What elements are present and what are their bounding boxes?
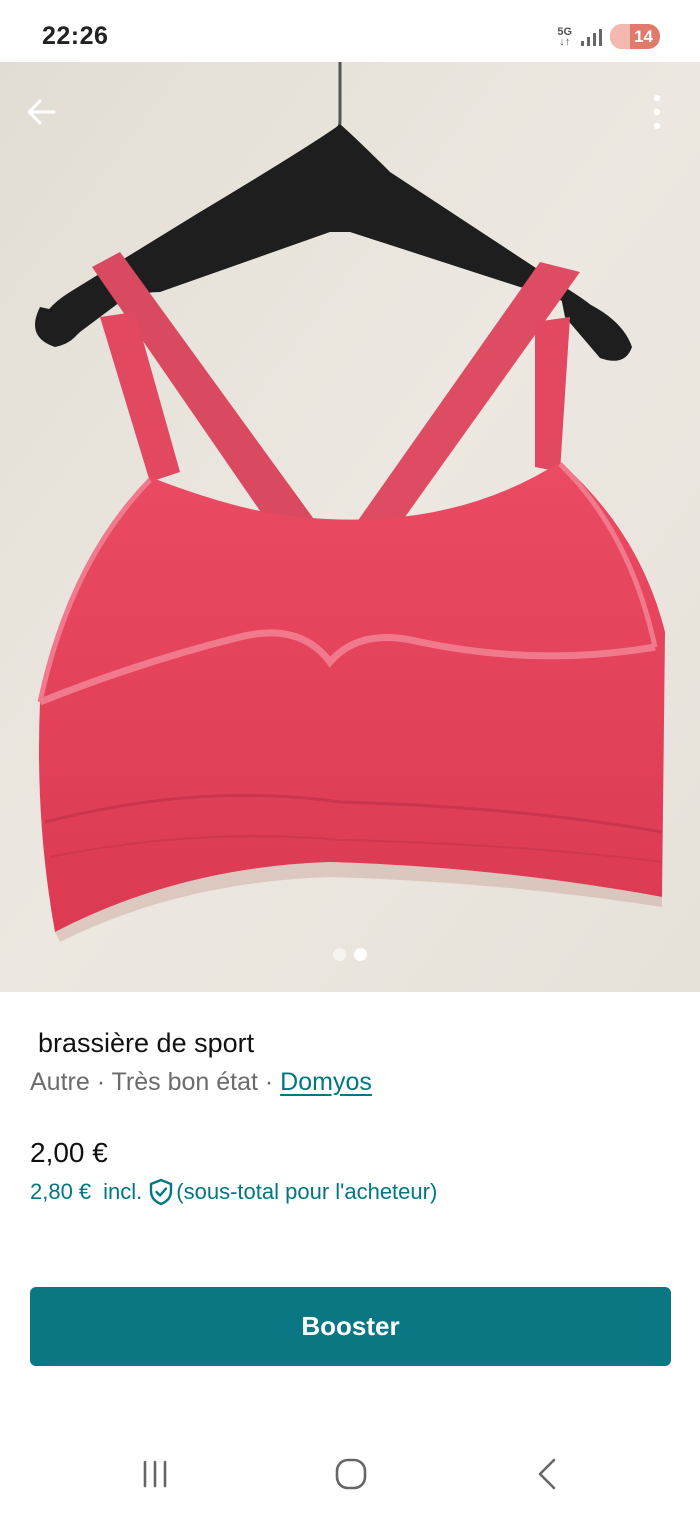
boost-button[interactable]: Booster	[30, 1287, 671, 1366]
item-meta: Autre · Très bon état · Domyos	[30, 1068, 372, 1097]
network-type-label: 5G	[557, 25, 573, 38]
buyer-price-note: (sous-total pour l'acheteur)	[176, 1179, 438, 1204]
home-icon[interactable]	[331, 1456, 371, 1492]
meta-separator: ·	[96, 1068, 106, 1096]
network-indicator: 5G ↓↑	[557, 25, 573, 48]
page-dot[interactable]	[333, 948, 346, 961]
status-bar: 22:26 5G ↓↑ 14	[0, 0, 700, 62]
buyer-price-incl: incl.	[103, 1179, 143, 1204]
status-icons: 5G ↓↑ 14	[557, 24, 660, 49]
item-title: brassière de sport	[38, 1028, 255, 1058]
data-arrows-icon: ↓↑	[559, 35, 571, 48]
back-button[interactable]	[22, 92, 62, 132]
buyer-price: 2,80 €	[30, 1179, 92, 1204]
item-price: 2,00 €	[30, 1137, 108, 1168]
recent-apps-icon[interactable]	[135, 1456, 175, 1492]
item-category: Autre	[30, 1068, 90, 1096]
status-time: 22:26	[42, 22, 109, 50]
page-dot-active[interactable]	[354, 948, 367, 961]
system-back-icon[interactable]	[528, 1456, 568, 1492]
item-condition: Très bon état	[111, 1068, 258, 1096]
shield-check-icon	[150, 1178, 173, 1206]
battery-indicator: 14	[610, 24, 660, 49]
system-nav-bar	[0, 1430, 700, 1517]
more-options-button[interactable]	[642, 90, 672, 134]
meta-separator: ·	[264, 1068, 274, 1096]
product-photo-gallery[interactable]	[0, 62, 700, 992]
battery-level: 14	[634, 26, 653, 46]
signal-icon	[581, 28, 603, 46]
product-photo	[0, 62, 700, 992]
item-brand-link[interactable]: Domyos	[280, 1068, 372, 1096]
gallery-pagination	[0, 948, 700, 961]
buyer-price-row[interactable]: 2,80 € incl. (sous-total pour l'acheteur…	[30, 1178, 437, 1206]
